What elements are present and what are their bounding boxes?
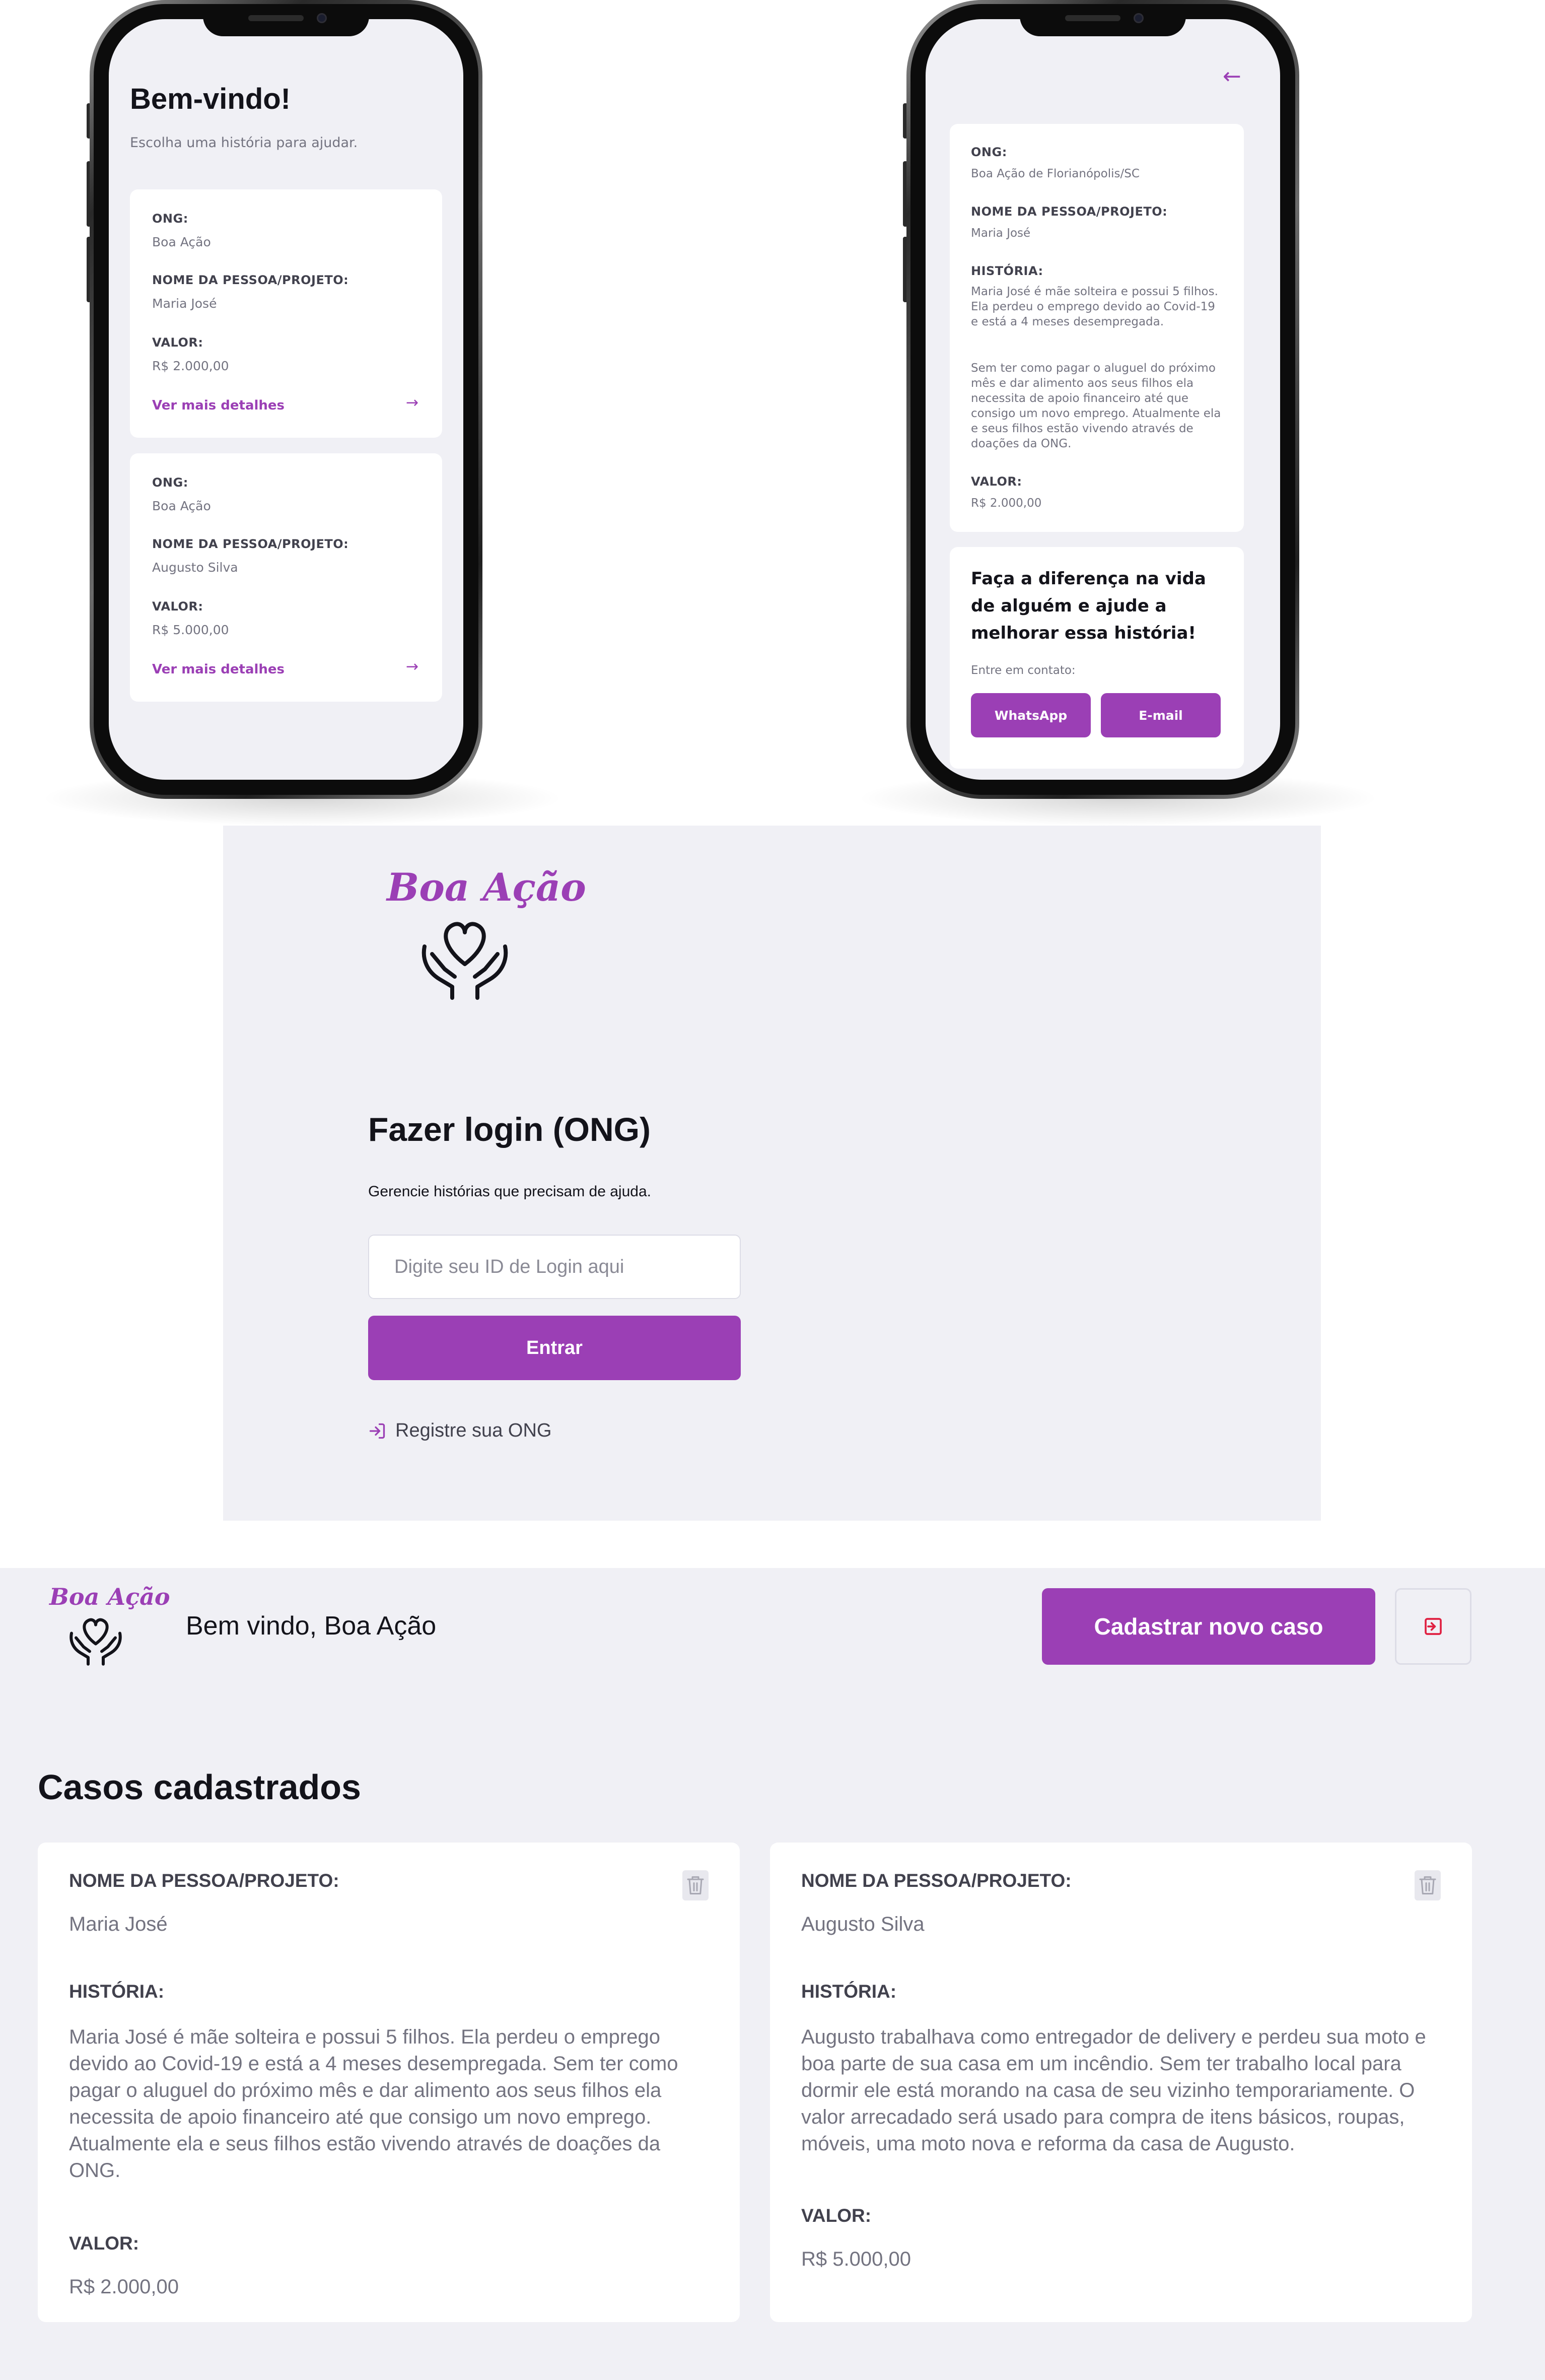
ong-label: ONG: <box>152 212 188 226</box>
value-amount: R$ 5.000,00 <box>801 2248 911 2270</box>
register-link[interactable]: Registre sua ONG <box>368 1420 551 1442</box>
trash-icon[interactable] <box>682 1870 709 1900</box>
story-label: HISTÓRIA: <box>801 1981 897 2002</box>
phone-list-screen: Bem-vindo! Escolha uma história para aju… <box>109 19 463 780</box>
ong-value: Boa Ação <box>152 499 211 513</box>
arrow-right-icon[interactable]: → <box>406 394 418 412</box>
name-value: Maria José <box>69 1913 168 1935</box>
value-label: VALOR: <box>971 474 1022 489</box>
ong-label: ONG: <box>152 475 188 490</box>
phone-notch <box>203 4 369 36</box>
logo-text: Boa Ação <box>387 865 586 910</box>
value-label: VALOR: <box>801 2205 872 2226</box>
value-label: VALOR: <box>69 2233 139 2254</box>
name-value: Augusto Silva <box>801 1913 925 1935</box>
value-label: VALOR: <box>152 599 203 614</box>
value-amount: R$ 2.000,00 <box>69 2276 179 2298</box>
power-logout-icon <box>1425 1618 1442 1635</box>
value-amount: R$ 2.000,00 <box>152 359 229 373</box>
list-subtitle: Escolha uma história para ajudar. <box>130 135 358 151</box>
login-submit-button[interactable]: Entrar <box>368 1316 741 1380</box>
login-id-input[interactable] <box>368 1235 741 1299</box>
case-card: ONG: Boa Ação NOME DA PESSOA/PROJETO: Au… <box>130 453 442 702</box>
logo-text: Boa Ação <box>49 1583 170 1610</box>
phone-notch <box>1020 4 1186 36</box>
contact-card: Faça a diferença na vida de alguém e aju… <box>950 547 1244 769</box>
arrow-right-icon[interactable]: → <box>406 658 418 675</box>
cases-title: Casos cadastrados <box>38 1767 361 1807</box>
details-link[interactable]: Ver mais detalhes <box>152 662 285 677</box>
case-card: ONG: Boa Ação NOME DA PESSOA/PROJETO: Ma… <box>130 189 442 438</box>
phone-detail-screen: ← ONG: Boa Ação de Florianópolis/SC NOME… <box>926 19 1280 780</box>
name-label: NOME DA PESSOA/PROJETO: <box>971 205 1168 219</box>
name-value: Augusto Silva <box>152 560 238 575</box>
back-arrow-icon[interactable]: ← <box>1223 63 1241 89</box>
logout-button[interactable] <box>1395 1588 1471 1665</box>
value-amount: R$ 2.000,00 <box>971 497 1042 510</box>
email-button[interactable]: E-mail <box>1101 693 1221 737</box>
details-link[interactable]: Ver mais detalhes <box>152 398 285 413</box>
log-in-icon <box>369 1423 385 1439</box>
dashboard-panel: Boa Ação Bem vindo, Boa Ação Cadastrar n… <box>0 1568 1545 2380</box>
welcome-text: Bem vindo, Boa Ação <box>186 1611 437 1641</box>
ong-label: ONG: <box>971 145 1007 159</box>
name-label: NOME DA PESSOA/PROJETO: <box>801 1870 1072 1891</box>
ong-value: Boa Ação <box>152 235 211 249</box>
detail-card: ONG: Boa Ação de Florianópolis/SC NOME D… <box>950 124 1244 532</box>
name-value: Maria José <box>152 296 217 311</box>
case-card: NOME DA PESSOA/PROJETO: Augusto Silva HI… <box>770 1843 1472 2322</box>
phone-list-frame: Bem-vindo! Escolha uma história para aju… <box>90 0 482 799</box>
list-title: Bem-vindo! <box>130 83 291 115</box>
story-text: Maria José é mãe solteira e possui 5 fil… <box>69 2026 678 2182</box>
case-card: NOME DA PESSOA/PROJETO: Maria José HISTÓ… <box>38 1843 740 2322</box>
whatsapp-button[interactable]: WhatsApp <box>971 693 1091 737</box>
phone-detail-frame: ← ONG: Boa Ação de Florianópolis/SC NOME… <box>906 0 1299 799</box>
new-case-button[interactable]: Cadastrar novo caso <box>1042 1588 1375 1665</box>
story-label: HISTÓRIA: <box>971 264 1043 278</box>
login-title: Fazer login (ONG) <box>368 1111 651 1148</box>
story-paragraph: Maria José é mãe solteira e possui 5 fil… <box>971 285 1218 328</box>
login-subtitle: Gerencie histórias que precisam de ajuda… <box>368 1183 651 1200</box>
ong-value: Boa Ação de Florianópolis/SC <box>971 167 1140 180</box>
register-label: Registre sua ONG <box>395 1420 552 1441</box>
story-label: HISTÓRIA: <box>69 1981 165 2002</box>
heart-hands-icon <box>422 922 508 1000</box>
value-amount: R$ 5.000,00 <box>152 623 229 637</box>
login-panel: Boa Ação Fazer login (ONG) Gerencie hist… <box>223 826 1321 1521</box>
trash-icon[interactable] <box>1415 1870 1441 1900</box>
heart-hands-icon <box>69 1618 122 1666</box>
contact-label: Entre em contato: <box>971 664 1076 677</box>
name-label: NOME DA PESSOA/PROJETO: <box>69 1870 339 1891</box>
value-label: VALOR: <box>152 335 203 350</box>
story-text: Augusto trabalhava como entregador de de… <box>801 2026 1426 2155</box>
name-label: NOME DA PESSOA/PROJETO: <box>152 537 349 551</box>
call-to-action: Faça a diferença na vida de alguém e aju… <box>971 569 1206 643</box>
story-paragraph: Sem ter como pagar o aluguel do próximo … <box>971 362 1221 450</box>
name-label: NOME DA PESSOA/PROJETO: <box>152 273 349 287</box>
name-value: Maria José <box>971 227 1031 240</box>
